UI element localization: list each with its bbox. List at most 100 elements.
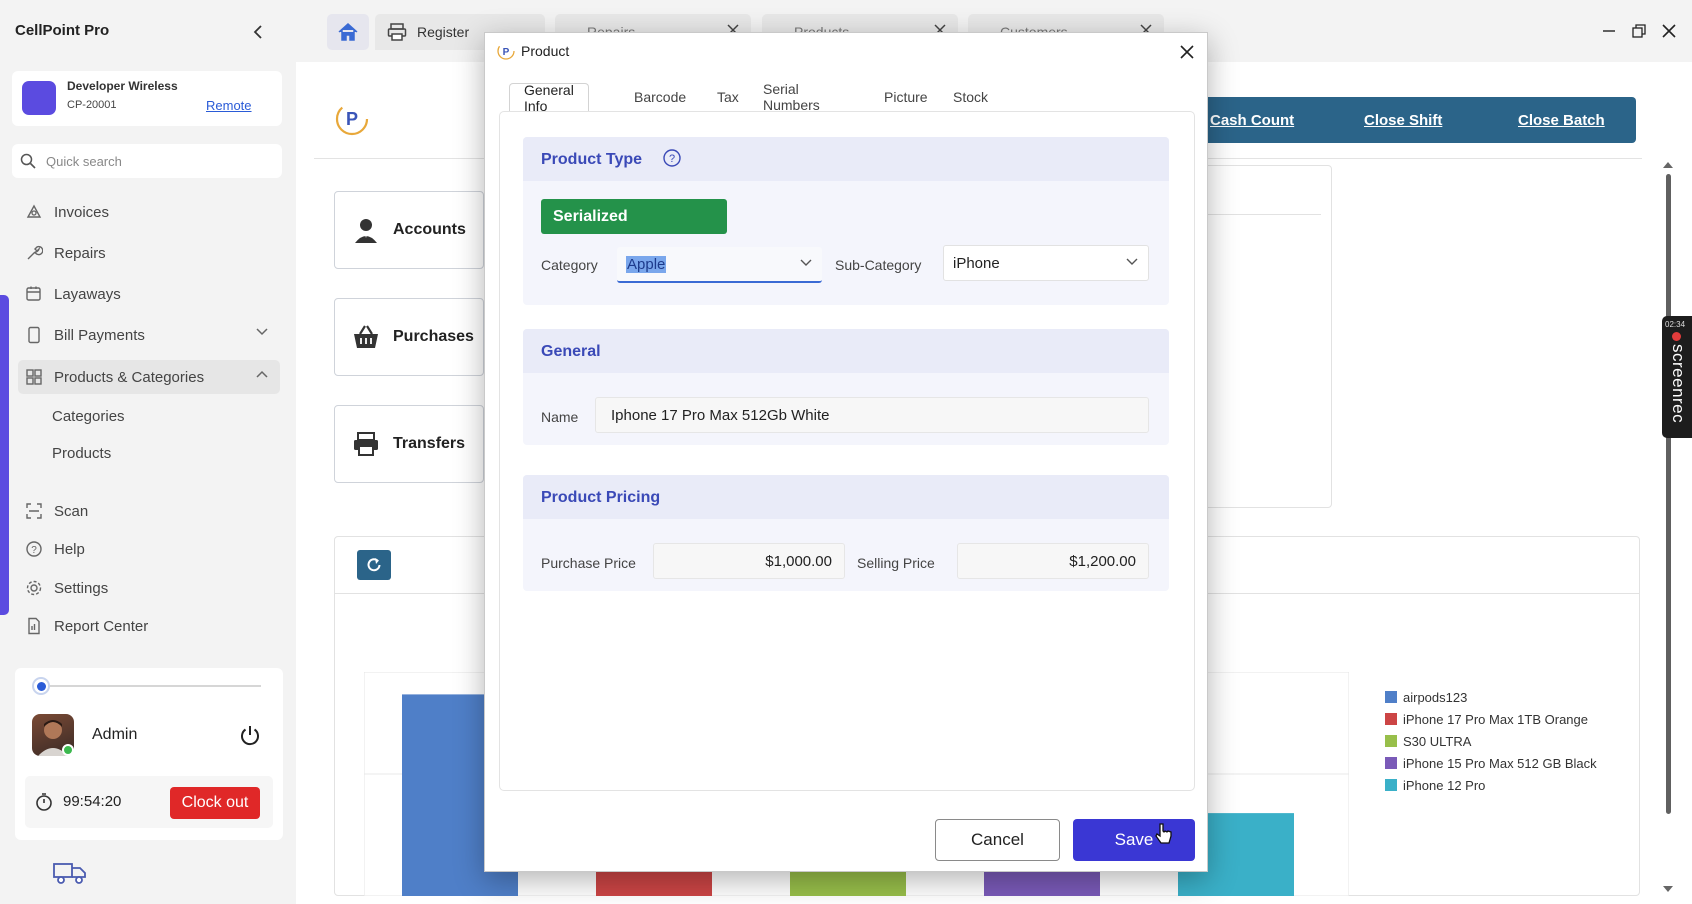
nav-item-help[interactable]: ? Help bbox=[18, 532, 280, 566]
tab-picture[interactable]: Picture bbox=[870, 83, 942, 111]
quick-search-box[interactable] bbox=[12, 144, 282, 178]
close-batch-link[interactable]: Close Batch bbox=[1518, 112, 1605, 129]
accounts-tile-label: Accounts bbox=[393, 221, 466, 238]
home-tab[interactable] bbox=[327, 14, 369, 50]
shift-timer: 99:54:20 bbox=[63, 793, 122, 810]
cash-count-link[interactable]: Cash Count bbox=[1210, 112, 1294, 129]
nav-item-layaways[interactable]: Layaways bbox=[18, 277, 280, 311]
shift-timer-row: 99:54:20 Clock out bbox=[25, 776, 273, 828]
nav-item-invoices[interactable]: Invoices bbox=[18, 195, 280, 229]
scroll-up-arrow-icon[interactable] bbox=[1662, 160, 1674, 170]
purchase-price-value: $1,000.00 bbox=[765, 552, 832, 570]
purchases-tile[interactable]: Purchases bbox=[334, 298, 484, 376]
transfers-tile[interactable]: Transfers bbox=[334, 405, 484, 483]
app-title: CellPoint Pro bbox=[15, 22, 110, 39]
close-shift-link[interactable]: Close Shift bbox=[1364, 112, 1442, 129]
product-type-title: Product Type bbox=[541, 151, 643, 168]
power-icon bbox=[241, 726, 259, 746]
legend-label: airpods123 bbox=[1403, 689, 1468, 705]
legend-swatch bbox=[1385, 713, 1397, 725]
general-section: General Name Iphone 17 Pro Max 512Gb Whi… bbox=[523, 329, 1169, 445]
category-value: Apple bbox=[626, 255, 667, 273]
nav-label-products-categories: Products & Categories bbox=[54, 368, 205, 386]
sidebar: CellPoint Pro Developer Wireless CP-2000… bbox=[0, 0, 296, 904]
gear-icon bbox=[24, 578, 44, 598]
brand-logo-icon: P bbox=[335, 102, 369, 136]
collapse-sidebar-button[interactable] bbox=[248, 20, 268, 44]
printer-icon bbox=[387, 23, 407, 41]
close-icon bbox=[1662, 24, 1676, 38]
purchase-price-label: Purchase Price bbox=[541, 555, 636, 571]
legend-swatch bbox=[1385, 757, 1397, 769]
nav-label-bill-payments: Bill Payments bbox=[54, 326, 145, 344]
nav-item-settings[interactable]: Settings bbox=[18, 571, 280, 605]
selling-price-input[interactable]: $1,200.00 bbox=[957, 543, 1149, 579]
nav-subitem-categories[interactable]: Categories bbox=[52, 403, 125, 429]
clock-out-button[interactable]: Clock out bbox=[170, 787, 260, 819]
scroll-down-arrow-icon[interactable] bbox=[1662, 884, 1674, 894]
purchases-tile-label: Purchases bbox=[393, 328, 474, 345]
selling-price-label: Selling Price bbox=[857, 555, 935, 571]
nav-item-report-center[interactable]: Report Center bbox=[18, 609, 280, 643]
store-card[interactable]: Developer Wireless CP-20001 Remote bbox=[12, 71, 282, 126]
restore-button[interactable] bbox=[1630, 22, 1648, 40]
scrollbar-thumb[interactable] bbox=[1666, 174, 1671, 814]
tab-tax[interactable]: Tax bbox=[703, 83, 753, 111]
user-card: Admin 99:54:20 Clock out bbox=[15, 668, 283, 840]
help-circle-icon: ? bbox=[24, 539, 44, 559]
sidebar-accent bbox=[0, 295, 9, 615]
tab-stock[interactable]: Stock bbox=[939, 83, 1002, 111]
name-label: Name bbox=[541, 409, 579, 425]
chevron-down-icon bbox=[1126, 258, 1138, 265]
tab-serial-numbers[interactable]: Serial Numbers bbox=[749, 81, 834, 113]
legend-item: iPhone 12 Pro bbox=[1385, 774, 1597, 796]
store-mode-link[interactable]: Remote bbox=[206, 98, 252, 113]
tab-barcode[interactable]: Barcode bbox=[620, 83, 700, 111]
refresh-chart-button[interactable] bbox=[357, 550, 391, 580]
search-icon bbox=[20, 153, 36, 169]
nav-item-products-categories[interactable]: Products & Categories bbox=[18, 360, 280, 394]
basket-icon bbox=[351, 322, 381, 352]
nav-subitem-products[interactable]: Products bbox=[52, 440, 111, 466]
store-logo bbox=[22, 81, 56, 115]
restore-icon bbox=[1632, 24, 1646, 38]
product-name-input[interactable]: Iphone 17 Pro Max 512Gb White bbox=[595, 397, 1149, 433]
delivery-truck-icon[interactable] bbox=[52, 860, 88, 889]
status-slider-thumb[interactable] bbox=[32, 677, 50, 695]
tab-general-info[interactable]: General Info bbox=[509, 82, 589, 114]
close-window-button[interactable] bbox=[1660, 22, 1678, 40]
nav-item-bill-payments[interactable]: Bill Payments bbox=[18, 318, 280, 352]
cancel-button[interactable]: Cancel bbox=[935, 819, 1060, 861]
nav-label-repairs: Repairs bbox=[54, 244, 106, 262]
svg-text:?: ? bbox=[669, 153, 675, 165]
person-icon bbox=[351, 215, 381, 245]
help-icon[interactable]: ? bbox=[663, 149, 681, 167]
screen-recorder-widget[interactable]: 02:34 screenrec bbox=[1662, 316, 1692, 438]
pricing-title: Product Pricing bbox=[541, 489, 661, 506]
nav-item-repairs[interactable]: Repairs bbox=[18, 236, 280, 270]
product-type-serialized-button[interactable]: Serialized bbox=[541, 199, 727, 234]
chevron-down-icon bbox=[800, 259, 812, 266]
legend-label: iPhone 17 Pro Max 1TB Orange bbox=[1403, 711, 1588, 727]
transfers-tile-label: Transfers bbox=[393, 435, 466, 452]
legend-item: iPhone 17 Pro Max 1TB Orange bbox=[1385, 708, 1597, 730]
dialog-close-button[interactable] bbox=[1177, 42, 1197, 62]
quick-search-input[interactable] bbox=[46, 153, 266, 169]
chart-legend: airpods123 iPhone 17 Pro Max 1TB Orange S3… bbox=[1385, 686, 1597, 796]
nav-label-help: Help bbox=[54, 540, 85, 558]
legend-item: S30 ULTRA bbox=[1385, 730, 1597, 752]
section-header: Product Pricing bbox=[523, 475, 1169, 519]
category-select[interactable]: Apple bbox=[617, 247, 822, 283]
nav-label-layaways: Layaways bbox=[54, 285, 121, 303]
general-title: General bbox=[541, 343, 601, 360]
logout-button[interactable] bbox=[237, 722, 263, 748]
nav-item-scan[interactable]: Scan bbox=[18, 494, 280, 528]
save-button[interactable]: Save bbox=[1073, 819, 1195, 861]
purchase-price-input[interactable]: $1,000.00 bbox=[653, 543, 845, 579]
pricing-section: Product Pricing Purchase Price $1,000.00… bbox=[523, 475, 1169, 591]
legend-swatch bbox=[1385, 691, 1397, 703]
recorder-time: 02:34 bbox=[1665, 320, 1686, 329]
accounts-tile[interactable]: Accounts bbox=[334, 191, 484, 269]
minimize-button[interactable] bbox=[1600, 22, 1618, 40]
subcategory-select[interactable]: iPhone bbox=[943, 245, 1149, 281]
